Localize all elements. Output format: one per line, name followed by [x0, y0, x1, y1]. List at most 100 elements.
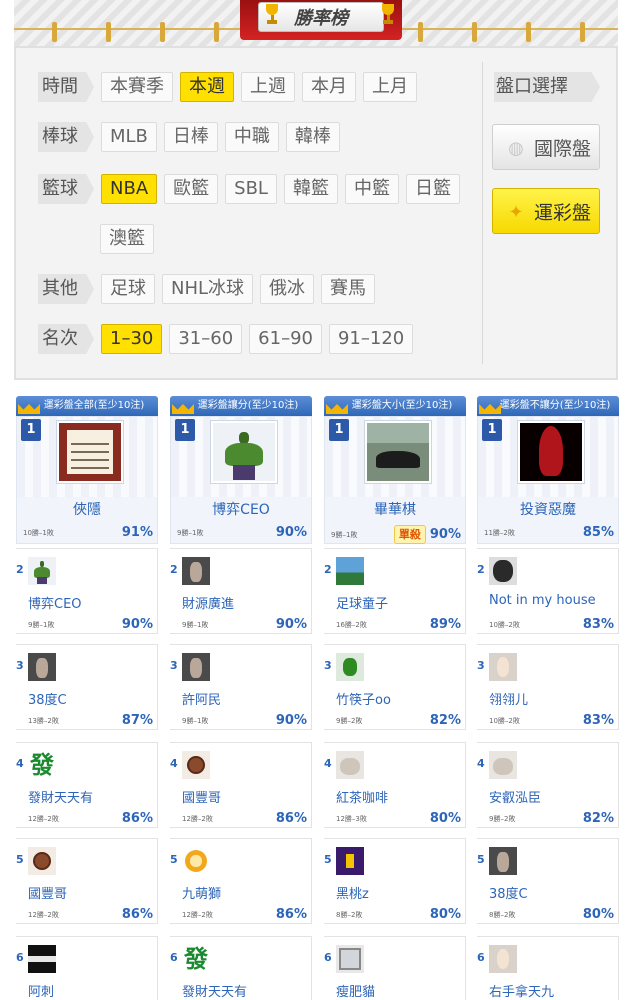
filter-option[interactable]: 上月 — [363, 72, 417, 102]
avatar[interactable] — [336, 751, 364, 779]
player-name[interactable]: 國豐哥 — [182, 787, 221, 806]
leaderboard-entry[interactable]: 5 黑桃z 8勝–2敗 80% — [324, 838, 466, 924]
filter-option[interactable]: 61–90 — [249, 324, 322, 354]
player-name[interactable]: 財源廣進 — [182, 593, 234, 612]
leaderboard-entry[interactable]: 3 翎翎儿 10勝–2敗 83% — [477, 644, 619, 730]
avatar[interactable] — [336, 653, 364, 681]
leaderboard-first-card[interactable]: 1 博弈CEO 9勝–1敗 90% — [170, 416, 312, 544]
leaderboard-entry[interactable]: 5 38度C 8勝–2敗 80% — [477, 838, 619, 924]
player-name[interactable]: 足球童子 — [336, 593, 388, 612]
avatar[interactable] — [489, 557, 517, 585]
avatar[interactable] — [182, 751, 210, 779]
leaderboard-entry[interactable]: 4 紅茶咖啡 12勝–3敗 80% — [324, 742, 466, 828]
avatar[interactable] — [57, 421, 123, 483]
player-name[interactable]: 國豐哥 — [28, 883, 67, 902]
avatar[interactable] — [365, 421, 431, 483]
player-name[interactable]: 瘦肥貓 — [336, 981, 375, 1000]
filter-option[interactable]: 足球 — [101, 274, 155, 304]
filter-option[interactable]: SBL — [225, 174, 277, 204]
player-name[interactable]: 阿刺 — [28, 981, 54, 1000]
leaderboard-entry[interactable]: 2 博弈CEO 9勝–1敗 90% — [16, 548, 158, 634]
filter-option[interactable]: 本月 — [302, 72, 356, 102]
avatar[interactable] — [336, 847, 364, 875]
player-name[interactable]: 竹筷子oo — [336, 689, 391, 708]
filter-option[interactable]: 31–60 — [169, 324, 243, 354]
leaderboard-entry[interactable]: 2 足球童子 16勝–2敗 89% — [324, 548, 466, 634]
player-name[interactable]: 博弈CEO — [171, 499, 311, 519]
leaderboard-entry[interactable]: 2 財源廣進 9勝–1敗 90% — [170, 548, 312, 634]
avatar[interactable] — [28, 847, 56, 875]
player-name[interactable]: 38度C — [489, 883, 528, 902]
avatar[interactable] — [518, 421, 584, 483]
filter-option[interactable]: 中職 — [224, 122, 279, 152]
avatar[interactable] — [182, 653, 210, 681]
player-name[interactable]: Not in my house — [489, 593, 596, 608]
avatar[interactable] — [28, 945, 56, 973]
player-name[interactable]: 右手拿天九 — [489, 981, 554, 1000]
filter-option[interactable]: 賽馬 — [321, 274, 376, 304]
filter-option[interactable]: 1–30 — [101, 324, 163, 354]
player-name[interactable]: 九萌獅 — [182, 883, 221, 902]
filter-option[interactable]: 上週 — [241, 72, 295, 102]
player-name[interactable]: 38度C — [28, 689, 67, 708]
avatar[interactable] — [182, 847, 210, 875]
filter-option[interactable]: 韓籃 — [283, 174, 338, 204]
international-market-button[interactable]: ◍ 國際盤 — [492, 124, 600, 170]
leaderboard-first-card[interactable]: 1 投資惡魔 11勝–2敗 85% — [477, 416, 619, 544]
leaderboard-entry[interactable]: 5 國豐哥 12勝–2敗 86% — [16, 838, 158, 924]
filter-option[interactable]: NBA — [101, 174, 158, 204]
player-name[interactable]: 發財天天有 — [28, 787, 93, 806]
avatar[interactable] — [28, 653, 56, 681]
filter-option[interactable]: 本週 — [180, 72, 234, 102]
player-name[interactable]: 許阿民 — [182, 689, 221, 708]
avatar[interactable] — [336, 557, 364, 585]
avatar[interactable] — [489, 847, 517, 875]
player-name[interactable]: 安叡泓臣 — [489, 787, 541, 806]
avatar[interactable] — [489, 653, 517, 681]
player-name[interactable]: 畢華棋 — [325, 499, 465, 519]
win-rate: 90% — [275, 617, 307, 632]
player-name[interactable]: 黑桃z — [336, 883, 369, 902]
leaderboard-entry[interactable]: 6 發發財天天有 — [170, 936, 312, 1000]
leaderboard-entry[interactable]: 2 Not in my house 10勝–2敗 83% — [477, 548, 619, 634]
player-name[interactable]: 俠隱 — [17, 499, 157, 519]
filter-option[interactable]: 澳籃 — [100, 224, 154, 254]
avatar[interactable] — [211, 421, 277, 483]
filter-option[interactable]: 中籃 — [344, 174, 399, 204]
filter-option[interactable]: 本賽季 — [101, 72, 173, 102]
player-name[interactable]: 翎翎儿 — [489, 689, 528, 708]
filter-option[interactable]: MLB — [101, 122, 157, 152]
leaderboard-entry[interactable]: 6 阿刺 — [16, 936, 158, 1000]
avatar[interactable] — [489, 751, 517, 779]
avatar[interactable]: 發 — [182, 945, 210, 973]
avatar[interactable] — [28, 557, 56, 585]
filter-option[interactable]: 韓棒 — [285, 122, 340, 152]
player-name[interactable]: 博弈CEO — [28, 593, 82, 612]
leaderboard-entry[interactable]: 5 九萌獅 12勝–2敗 86% — [170, 838, 312, 924]
filter-option[interactable]: NHL冰球 — [162, 274, 254, 304]
leaderboard-entry[interactable]: 3 竹筷子oo 9勝–2敗 82% — [324, 644, 466, 730]
leaderboard-first-card[interactable]: 1 畢華棋 9勝–1敗 單殺 90% — [324, 416, 466, 544]
filter-option[interactable]: 91–120 — [328, 324, 414, 354]
leaderboard-entry[interactable]: 4 國豐哥 12勝–2敗 86% — [170, 742, 312, 828]
leaderboard-entry[interactable]: 6 右手拿天九 — [477, 936, 619, 1000]
filter-option[interactable]: 俄冰 — [260, 274, 315, 304]
filter-option[interactable]: 日籃 — [405, 174, 460, 204]
player-name[interactable]: 投資惡魔 — [478, 499, 618, 519]
avatar[interactable] — [182, 557, 210, 585]
avatar[interactable]: 發 — [28, 751, 56, 779]
leaderboard-entry[interactable]: 4 安叡泓臣 9勝–2敗 82% — [477, 742, 619, 828]
filter-option[interactable]: 歐籃 — [164, 174, 219, 204]
leaderboard-entry[interactable]: 3 許阿民 9勝–1敗 90% — [170, 644, 312, 730]
player-name[interactable]: 發財天天有 — [182, 981, 247, 1000]
avatar[interactable] — [336, 945, 364, 973]
lottery-market-button[interactable]: ✦ 運彩盤 — [492, 188, 600, 234]
leaderboard-entry[interactable]: 6 瘦肥貓 — [324, 936, 466, 1000]
filter-option[interactable]: 日棒 — [163, 122, 218, 152]
avatar[interactable] — [489, 945, 517, 973]
leaderboard-entry[interactable]: 3 38度C 13勝–2敗 87% — [16, 644, 158, 730]
lottery-market-label: 運彩盤 — [533, 201, 591, 224]
leaderboard-first-card[interactable]: 1 俠隱 10勝–1敗 91% — [16, 416, 158, 544]
player-name[interactable]: 紅茶咖啡 — [336, 787, 388, 806]
leaderboard-entry[interactable]: 4 發發財天天有 12勝–2敗 86% — [16, 742, 158, 828]
